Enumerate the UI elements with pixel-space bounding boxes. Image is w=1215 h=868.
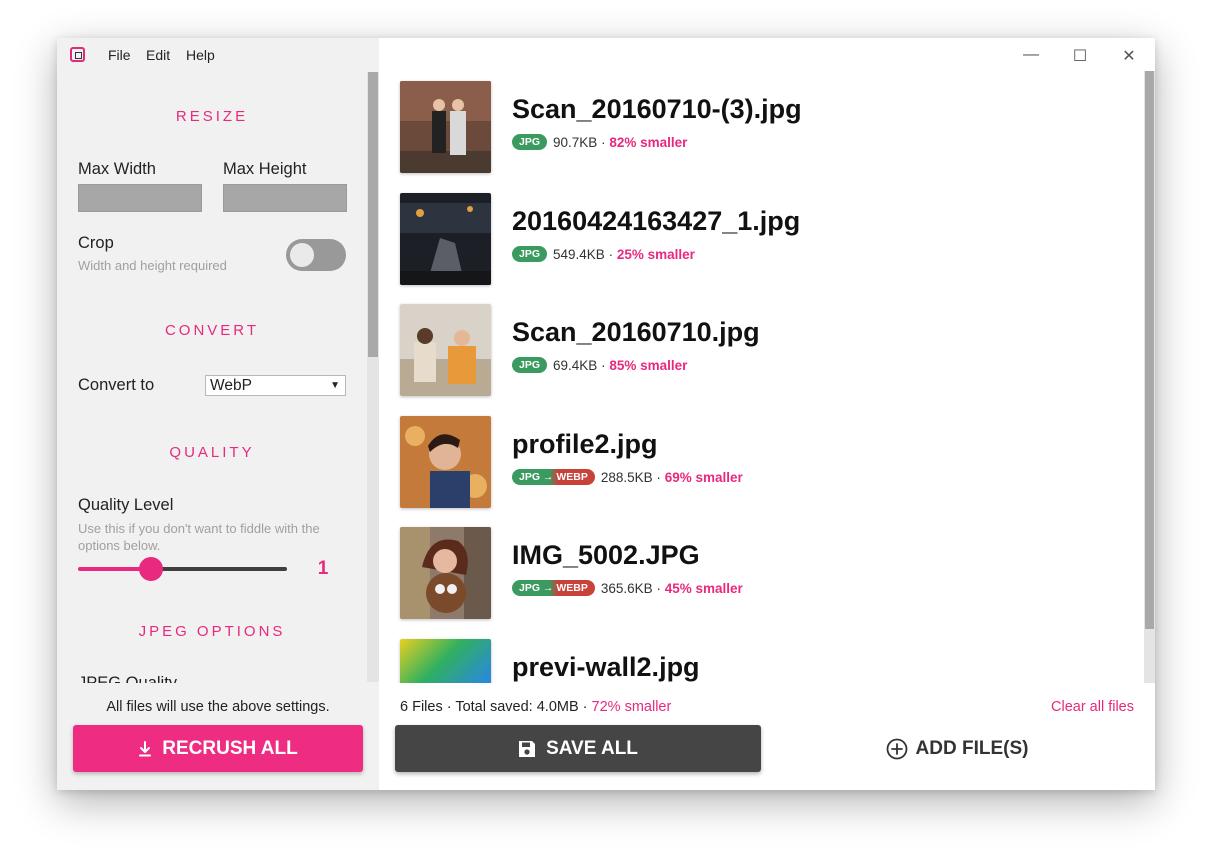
crop-label: Crop [78,234,114,252]
add-circle-icon [886,738,907,759]
file-size: 365.6KB [600,580,653,596]
file-thumbnail [400,193,491,285]
add-files-button[interactable]: ADD FILE(S) [774,725,1140,772]
file-size: 90.7KB [553,134,598,150]
convert-format-value: WebP [210,377,252,394]
file-meta: JPG 549.4KB · 25% smaller [512,246,695,262]
file-meta: JPG → WEBP 365.6KB · 45% smaller [512,580,743,596]
file-meta: JPG → WEBP 288.5KB · 69% smaller [512,469,743,485]
file-name: Scan_20160710.jpg [512,317,760,347]
file-meta: JPG 69.4KB · 85% smaller [512,357,687,373]
file-savings: 82% smaller [609,134,688,150]
crop-toggle[interactable] [286,239,346,271]
section-title-quality: QUALITY [169,444,255,461]
file-size: 549.4KB [553,246,605,262]
menu-edit[interactable]: Edit [146,47,170,63]
max-height-input[interactable] [223,184,347,212]
menu-bar: File Edit Help [57,38,379,72]
section-title-convert: CONVERT [164,322,260,339]
file-savings: 85% smaller [609,357,688,373]
quality-level-label: Quality Level [78,496,174,514]
crop-hint: Width and height required [78,258,227,273]
file-thumbnail [400,416,491,508]
clear-all-files-link[interactable]: Clear all files [1051,699,1134,715]
file-size: 69.4KB [553,357,598,373]
settings-sidebar: File Edit Help RESIZE Max Width Max Heig… [57,38,379,790]
sidebar-footer: All files will use the above settings. R… [57,683,379,790]
file-list-panel: — ☐ ✕ Scan_20160710-(3).jpg JPG 90.7KB ·… [379,38,1155,790]
file-savings: 45% smaller [664,580,743,596]
settings-note: All files will use the above settings. [106,699,330,715]
save-all-label: SAVE ALL [546,737,638,759]
close-icon[interactable]: ✕ [1119,46,1139,66]
section-title-resize: RESIZE [175,108,249,125]
file-meta: JPG 90.7KB · 82% smaller [512,134,687,150]
max-height-label: Max Height [223,160,307,178]
file-name: previ-wall2.jpg [512,652,700,682]
file-row[interactable]: profile2.jpg JPG → WEBP 288.5KB · 69% sm… [400,416,1130,508]
file-name: 20160424163427_1.jpg [512,206,801,236]
convert-to-label: Convert to [78,376,155,394]
app-logo-icon [70,47,85,62]
recrush-all-label: RECRUSH ALL [162,737,298,759]
add-files-label: ADD FILE(S) [915,737,1029,759]
minimize-icon[interactable]: — [1021,46,1041,64]
app-window: File Edit Help RESIZE Max Width Max Heig… [57,38,1155,790]
total-summary: 6 Files · Total saved: 4.0MB · 72% small… [400,699,671,715]
section-title-jpeg: JPEG OPTIONS [138,623,286,640]
format-badge: JPG [512,246,548,262]
format-badge: JPG [512,134,548,150]
summary-text: 6 Files · Total saved: 4.0MB · [400,699,588,715]
max-width-input[interactable] [78,184,202,212]
dropdown-arrow-icon: ▼ [330,380,340,391]
file-thumbnail [400,527,491,619]
quality-level-hint: Use this if you don't want to fiddle wit… [78,521,320,553]
meta-separator: · [601,134,606,150]
file-thumbnail [400,81,491,173]
menu-help[interactable]: Help [186,47,215,63]
max-width-label: Max Width [78,160,156,178]
file-name: Scan_20160710-(3).jpg [512,94,802,124]
file-thumbnail [400,304,491,396]
maximize-icon[interactable]: ☐ [1070,46,1090,66]
file-list-footer: 6 Files · Total saved: 4.0MB · 72% small… [379,683,1155,790]
menu-file[interactable]: File [108,47,131,63]
file-row[interactable]: IMG_5002.JPG JPG → WEBP 365.6KB · 45% sm… [400,527,1130,619]
file-row[interactable]: Scan_20160710.jpg JPG 69.4KB · 85% small… [400,304,1130,396]
file-size: 288.5KB [600,469,653,485]
download-icon [139,740,152,756]
quality-value: 1 [317,558,329,579]
file-savings: 69% smaller [664,469,743,485]
quality-slider-track[interactable] [152,567,287,571]
floppy-disk-icon [519,740,536,757]
meta-separator: · [656,580,661,596]
crop-toggle-knob [290,243,314,267]
file-name: profile2.jpg [512,429,658,459]
file-savings: 25% smaller [616,246,695,262]
file-list-scrollbar-thumb[interactable] [1145,71,1154,629]
sidebar-scrollbar-thumb[interactable] [368,72,378,357]
file-row[interactable]: 20160424163427_1.jpg JPG 549.4KB · 25% s… [400,193,1130,285]
recrush-all-button[interactable]: RECRUSH ALL [73,725,363,772]
quality-slider-thumb[interactable] [139,557,163,581]
save-all-button[interactable]: SAVE ALL [395,725,761,772]
file-name: IMG_5002.JPG [512,540,700,570]
meta-separator: · [601,357,606,373]
file-row[interactable]: Scan_20160710-(3).jpg JPG 90.7KB · 82% s… [400,81,1130,173]
meta-separator: · [656,469,661,485]
format-badge: JPG [512,357,548,373]
convert-format-select[interactable]: WebP ▼ [205,375,346,396]
format-badge: JPG → WEBP [512,580,595,596]
meta-separator: · [608,246,614,262]
format-badge: JPG → WEBP [512,469,595,485]
summary-savings: 72% smaller [591,699,672,715]
